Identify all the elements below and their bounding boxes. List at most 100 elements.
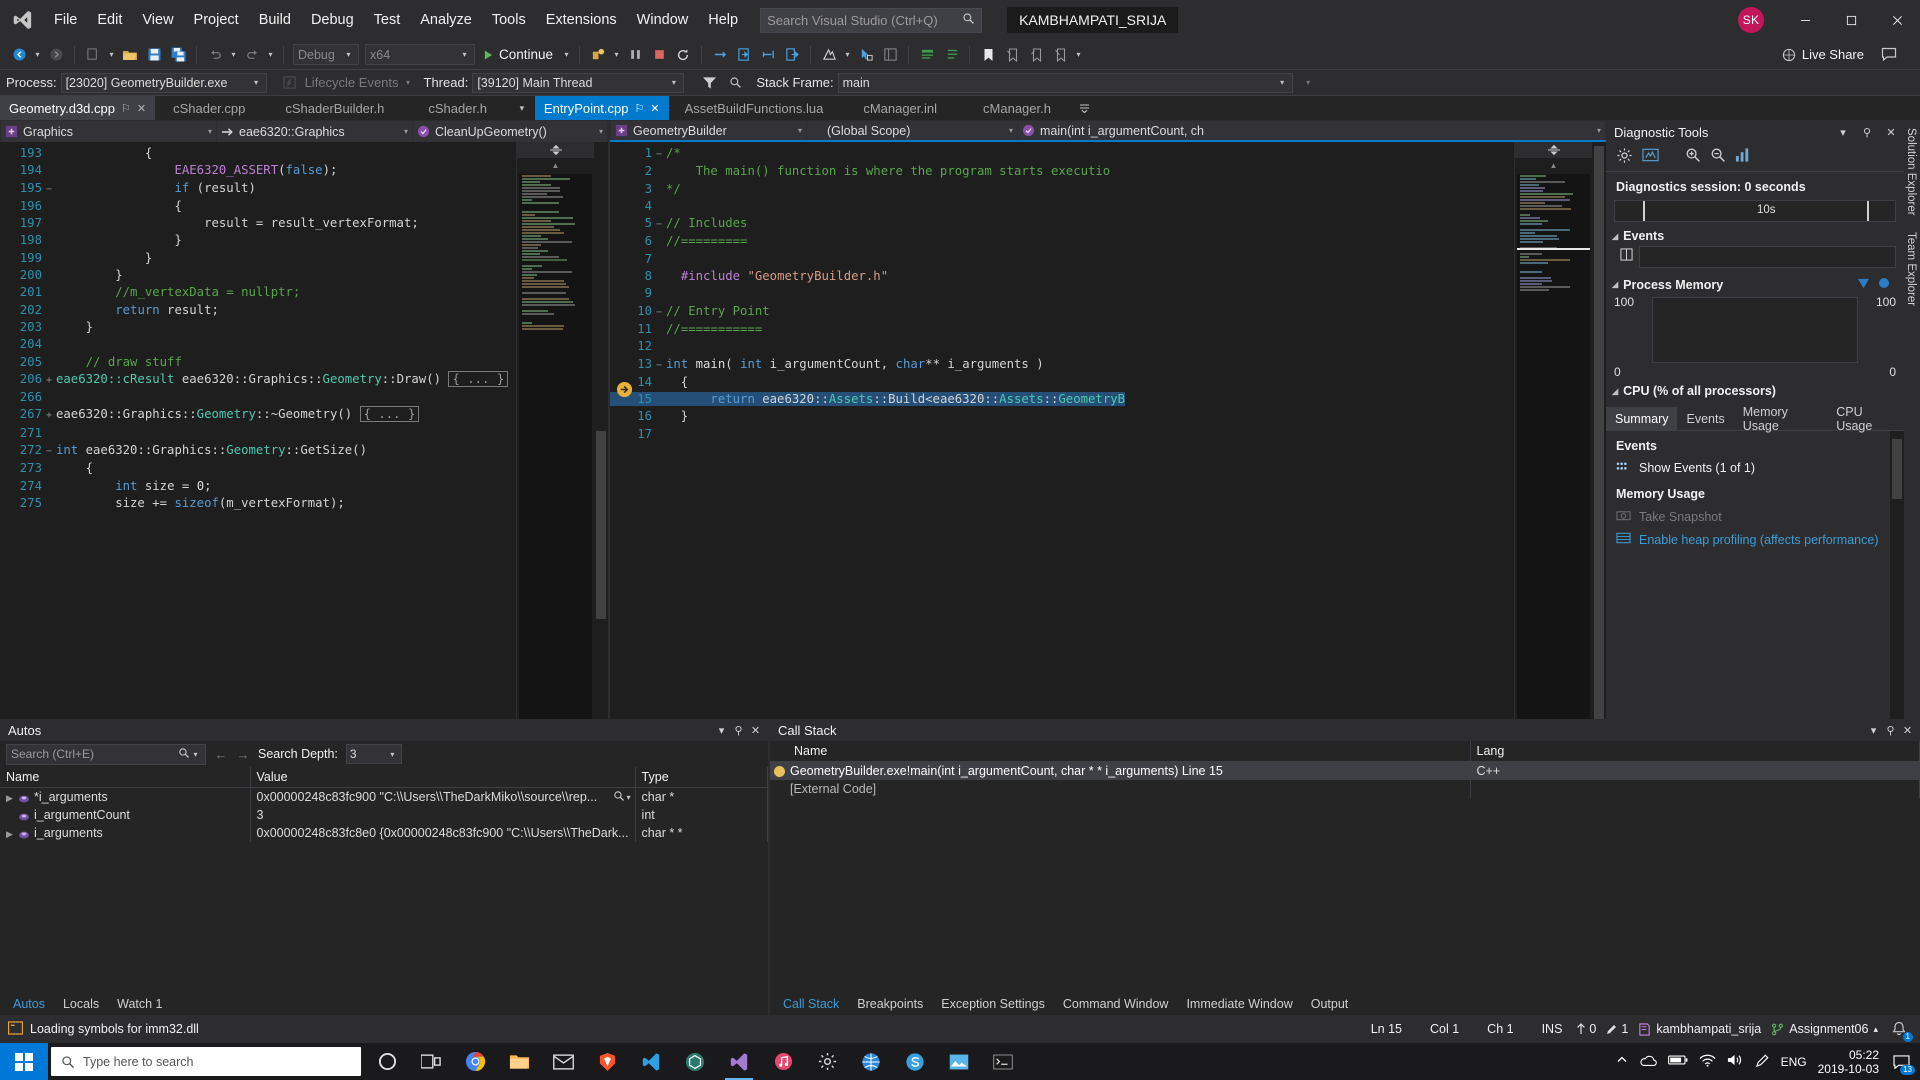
save-icon[interactable] [143, 44, 165, 66]
open-file-icon[interactable] [119, 44, 141, 66]
menu-item-extensions[interactable]: Extensions [536, 7, 627, 33]
autos-search-input[interactable]: Search (Ctrl+E) ▾ [6, 743, 206, 765]
events-section-header[interactable]: ◢ Events [1606, 224, 1904, 246]
pin-icon[interactable]: ⚐ [634, 102, 644, 115]
tab-cshaderbuilder-h[interactable]: cShaderBuilder.h [263, 96, 407, 120]
new-project-dropdown-icon[interactable]: ▾ [106, 50, 117, 59]
menu-item-tools[interactable]: Tools [482, 7, 536, 33]
pin-icon[interactable]: ⚲ [1882, 724, 1899, 737]
navigate-backward-dropdown-icon[interactable]: ▾ [32, 50, 43, 59]
team-explorer-tab[interactable]: Team Explorer [1904, 224, 1918, 314]
process-memory-section-header[interactable]: ◢ Process Memory [1606, 272, 1904, 295]
toggle-bookmark-icon[interactable] [977, 44, 999, 66]
continue-button[interactable]: Continue [477, 43, 559, 66]
undo-dropdown-icon[interactable]: ▾ [228, 50, 239, 59]
bottom-tab-command-window[interactable]: Command Window [1054, 995, 1178, 1013]
unity-icon[interactable] [673, 1043, 717, 1080]
pending-changes[interactable]: 1 [1606, 1022, 1628, 1036]
autos-cell-name[interactable]: ▶ *i_arguments [0, 787, 251, 806]
autos-cell-value[interactable]: 0x00000248c83fc900 "C:\\Users\\TheDarkMi… [250, 787, 636, 806]
maximize-button[interactable] [1828, 0, 1874, 40]
table-row[interactable]: i_argumentCount 3 int [0, 806, 769, 824]
panel-menu-icon[interactable]: ▾ [713, 724, 730, 737]
avatar[interactable]: SK [1738, 7, 1764, 33]
tab-events[interactable]: Events [1677, 407, 1733, 430]
search-depth-select[interactable]: 3 ▾ [345, 744, 402, 764]
tab-cshader-h[interactable]: cShader.h [406, 96, 509, 120]
branch-name[interactable]: Assignment06 ▴ [1771, 1022, 1878, 1036]
tab-cmanager-inl[interactable]: cManager.inl [839, 96, 962, 120]
tab-memory-usage[interactable]: Memory Usage [1734, 405, 1828, 433]
settings-gear-icon[interactable] [1616, 147, 1633, 169]
bottom-tab-callstack[interactable]: Call Stack [774, 995, 848, 1013]
store-icon[interactable] [849, 1043, 893, 1080]
nav-project-select[interactable]: Graphics ▾ [1, 121, 216, 142]
pin-icon[interactable]: ⚲ [1858, 126, 1876, 139]
process-select[interactable]: [23020] GeometryBuilder.exe ▾ [60, 72, 267, 93]
pin-icon[interactable]: ⚐ [121, 102, 131, 115]
continue-dropdown-icon[interactable]: ▾ [561, 50, 572, 59]
zoom-in-icon[interactable] [1685, 147, 1701, 168]
feedback-icon[interactable] [1878, 44, 1900, 66]
table-row[interactable]: [External Code] [770, 780, 1920, 798]
nav-namespace-select-right[interactable]: (Global Scope) ▾ [807, 121, 1017, 140]
tab-geometry-d3d-cpp[interactable]: Geometry.d3d.cpp ⚐ ✕ [0, 96, 156, 120]
nav-project-select-right[interactable]: GeometryBuilder ▾ [611, 121, 806, 140]
close-icon[interactable]: ✕ [1882, 126, 1900, 139]
events-track[interactable] [1639, 246, 1896, 268]
bottom-tab-immediate-window[interactable]: Immediate Window [1177, 995, 1301, 1013]
menu-item-build[interactable]: Build [249, 7, 301, 33]
tab-entrypoint-cpp[interactable]: EntryPoint.cpp ⚐ ✕ [534, 96, 669, 120]
diagnostic-tools-icon[interactable] [818, 44, 840, 66]
search-icon[interactable] [178, 747, 190, 762]
menu-item-analyze[interactable]: Analyze [410, 7, 482, 33]
close-icon[interactable]: ✕ [650, 102, 659, 115]
skype-icon[interactable] [893, 1043, 937, 1080]
flag-filter-icon[interactable] [698, 72, 720, 94]
settings-gear-icon[interactable] [805, 1043, 849, 1080]
autos-col-name[interactable]: Name [0, 767, 251, 788]
file-explorer-icon[interactable] [497, 1043, 541, 1080]
right-tab-overflow-icon[interactable] [1072, 96, 1097, 120]
photos-icon[interactable] [937, 1043, 981, 1080]
step-into-icon[interactable] [733, 44, 755, 66]
music-player-icon[interactable] [761, 1043, 805, 1080]
language-indicator[interactable]: ENG [1781, 1055, 1807, 1069]
tab-summary[interactable]: Summary [1606, 407, 1678, 430]
memory-graph[interactable] [1652, 297, 1858, 363]
bookmarks-dropdown-icon[interactable]: ▾ [1073, 50, 1084, 59]
autos-cell-name[interactable]: ▶ i_arguments [0, 824, 251, 842]
menu-item-view[interactable]: View [132, 7, 183, 33]
outgoing-commits[interactable]: 0 [1576, 1022, 1596, 1036]
live-visual-tree-icon[interactable] [879, 44, 901, 66]
battery-icon[interactable] [1667, 1054, 1688, 1069]
comment-selection-icon[interactable] [916, 44, 938, 66]
menu-item-help[interactable]: Help [698, 7, 748, 33]
tray-expand-icon[interactable] [1616, 1054, 1628, 1069]
live-share-button[interactable]: Live Share [1782, 47, 1864, 62]
menu-item-test[interactable]: Test [364, 7, 411, 33]
autos-cell-name[interactable]: i_argumentCount [0, 806, 251, 824]
tab-cpu-usage[interactable]: CPU Usage [1827, 405, 1904, 433]
callstack-cell-name[interactable]: GeometryBuilder.exe!main(int i_argumentC… [770, 761, 1471, 780]
bottom-tab-watch1[interactable]: Watch 1 [108, 995, 171, 1013]
menu-item-edit[interactable]: Edit [87, 7, 132, 33]
global-search-input[interactable]: Search Visual Studio (Ctrl+Q) [760, 7, 983, 33]
panel-menu-icon[interactable]: ▾ [1865, 724, 1882, 737]
solution-platform-select[interactable]: x64 ▾ [365, 44, 475, 65]
search-threads-icon[interactable] [724, 72, 746, 94]
break-all-icon[interactable] [624, 44, 646, 66]
callstack-cell-name[interactable]: [External Code] [770, 780, 1471, 798]
close-button[interactable] [1874, 0, 1920, 40]
redo-dropdown-icon[interactable]: ▾ [265, 50, 276, 59]
step-out-icon[interactable] [781, 44, 803, 66]
notifications-bell-icon[interactable]: 1 [1888, 1018, 1913, 1042]
cortana-icon[interactable] [365, 1043, 409, 1080]
cpu-section-header[interactable]: ◢ CPU (% of all processors) [1606, 379, 1904, 401]
tab-cshader-cpp[interactable]: cShader.cpp [155, 96, 264, 120]
previous-bookmark-icon[interactable] [1001, 44, 1023, 66]
volume-icon[interactable] [1727, 1053, 1744, 1070]
clock[interactable]: 05:22 2019-10-03 [1818, 1048, 1879, 1076]
tab-cmanager-h[interactable]: cManager.h [961, 96, 1073, 120]
left-tab-overflow-icon[interactable]: ▾ [508, 96, 535, 120]
